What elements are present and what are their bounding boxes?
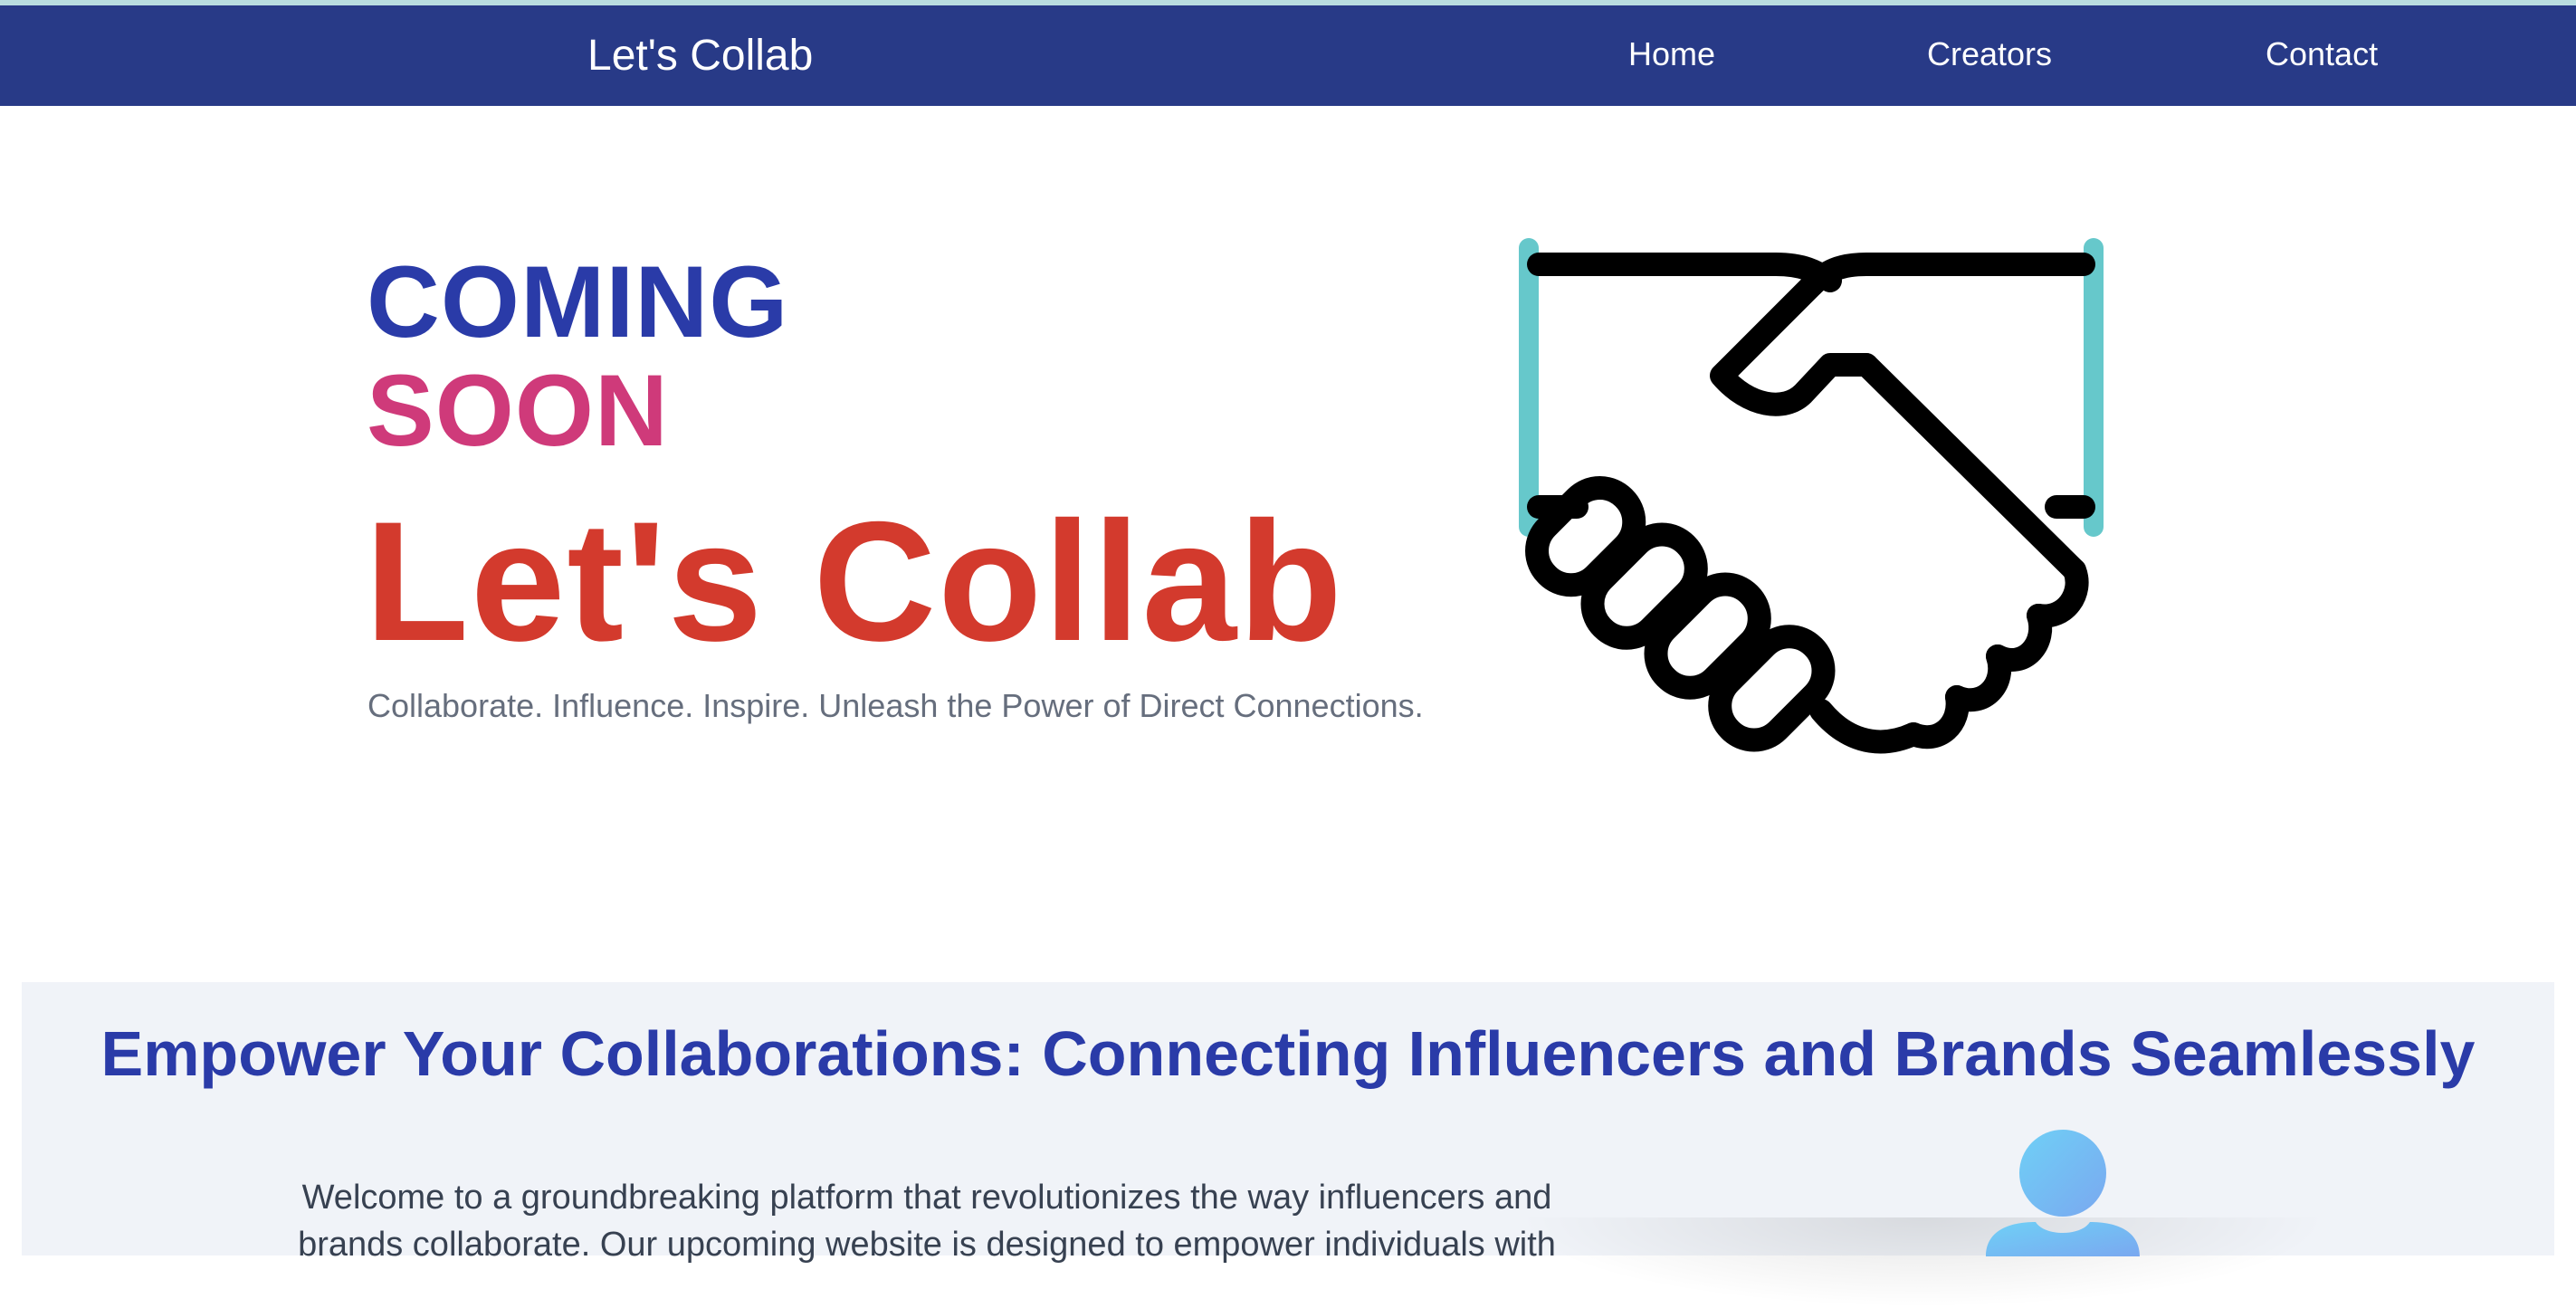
hero-soon-text: SOON	[367, 354, 669, 467]
hero-tagline: Collaborate. Influence. Inspire. Unleash…	[367, 687, 1424, 724]
handshake-icon	[1519, 238, 2104, 754]
nav-home-link[interactable]: Home	[1628, 36, 1715, 72]
user-icon	[1986, 1130, 2140, 1256]
hero-coming-text: COMING	[367, 245, 789, 358]
features-heading: Empower Your Collaborations: Connecting …	[100, 1018, 2476, 1089]
features-section: Empower Your Collaborations: Connecting …	[22, 982, 2554, 1308]
card-shadow	[1515, 1217, 2330, 1308]
navbar: Let's Collab Home Creators Contact	[0, 5, 2576, 106]
features-intro-text: Welcome to a groundbreaking platform tha…	[298, 1179, 1556, 1264]
brand-logo-link[interactable]: Let's Collab	[587, 33, 813, 80]
nav-contact-link[interactable]: Contact	[2266, 36, 2378, 72]
hero-title: Let's Collab	[365, 486, 1344, 676]
nav-creators-link[interactable]: Creators	[1927, 36, 2052, 72]
